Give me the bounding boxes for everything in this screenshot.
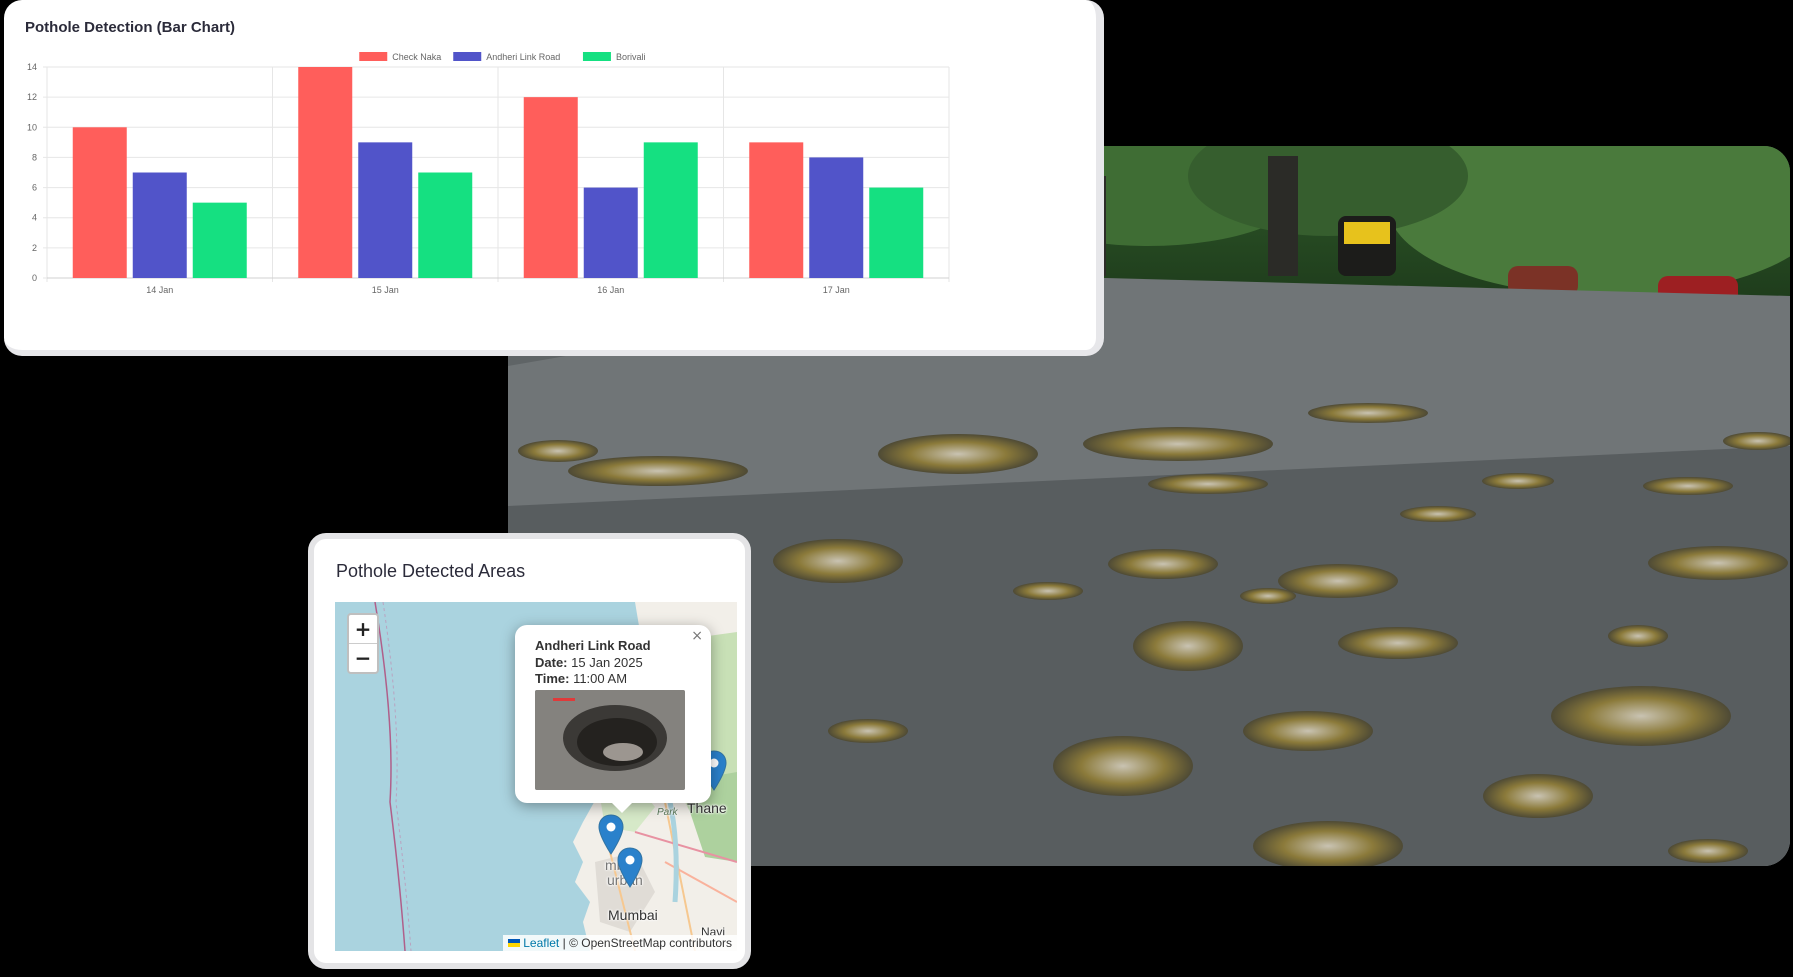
bar-andheri-link-road (132, 172, 187, 278)
bar-andheri-link-road (583, 187, 638, 278)
zoom-out-button[interactable]: − (349, 643, 377, 672)
legend-swatch (359, 52, 388, 61)
popup-date-label: Date: (535, 654, 568, 670)
attribution-separator: | (562, 936, 566, 950)
x-tick-label: 17 Jan (823, 285, 850, 295)
bar-andheri-link-road (358, 142, 413, 278)
bar-borivali (643, 142, 698, 278)
bar-check-naka (523, 97, 578, 279)
y-tick-label: 14 (27, 62, 37, 72)
leaflet-link[interactable]: Leaflet (523, 936, 559, 950)
legend-swatch (453, 52, 482, 61)
popup-content: Andheri Link Road Date: 15 Jan 2025 Time… (535, 638, 651, 688)
bar-borivali (869, 187, 924, 278)
legend-label: Borivali (616, 52, 646, 62)
x-tick-label: 15 Jan (372, 285, 399, 295)
bar-check-naka (298, 67, 353, 278)
popup-date: 15 Jan 2025 (571, 654, 643, 670)
marker-popup: × Andheri Link Road Date: 15 Jan 2025 Ti… (515, 625, 711, 803)
popup-close-button[interactable]: × (691, 628, 703, 644)
leaflet-map[interactable]: Park Thane mbai urban Mumbai Navi + − × … (335, 602, 737, 951)
popup-time-label: Time: (535, 671, 570, 686)
bar-borivali (192, 202, 247, 278)
y-tick-label: 8 (32, 152, 37, 162)
bar-check-naka (72, 127, 127, 279)
osm-attribution: © OpenStreetMap contributors (569, 936, 732, 950)
popup-tip (611, 802, 633, 813)
pothole-thumbnail (535, 690, 685, 790)
map-label-park: Park (657, 807, 678, 818)
bar-borivali (418, 172, 473, 278)
x-tick-label: 16 Jan (597, 285, 624, 295)
map-label-mumbai: Mumbai (608, 907, 658, 923)
y-tick-label: 2 (32, 243, 37, 253)
y-tick-label: 6 (32, 183, 37, 193)
popup-time: 11:00 AM (573, 671, 628, 686)
zoom-control: + − (347, 613, 379, 674)
legend-label: Andheri Link Road (486, 52, 560, 62)
pothole-thumbnail-image (535, 690, 685, 790)
ukraine-flag-icon (508, 939, 521, 947)
bar-andheri-link-road (809, 157, 864, 278)
y-tick-label: 0 (32, 273, 37, 283)
legend-label: Check Naka (392, 52, 441, 62)
legend-swatch (582, 52, 611, 61)
y-tick-label: 4 (32, 213, 37, 223)
popup-location: Andheri Link Road (535, 638, 651, 653)
bar-chart-card: Pothole Detection (Bar Chart) 0 2 4 6 8 10 12 1… (4, 0, 1104, 356)
x-tick-label: 14 Jan (146, 285, 173, 295)
map-title: Pothole Detected Areas (336, 561, 526, 581)
map-attribution: Leaflet | © OpenStreetMap contributors (503, 935, 737, 951)
map-card: Pothole Detected Areas Park Thane mbai u… (308, 533, 751, 969)
y-tick-label: 10 (27, 122, 37, 132)
bar-check-naka (749, 142, 804, 278)
y-tick-label: 12 (27, 92, 37, 102)
map-marker-icon[interactable] (617, 847, 643, 889)
pothole-bar-chart: 0 2 4 6 8 10 12 14 14 Jan 15 Jan 16 Jan 17 Jan Check… (27, 52, 950, 295)
zoom-in-button[interactable]: + (349, 615, 377, 643)
